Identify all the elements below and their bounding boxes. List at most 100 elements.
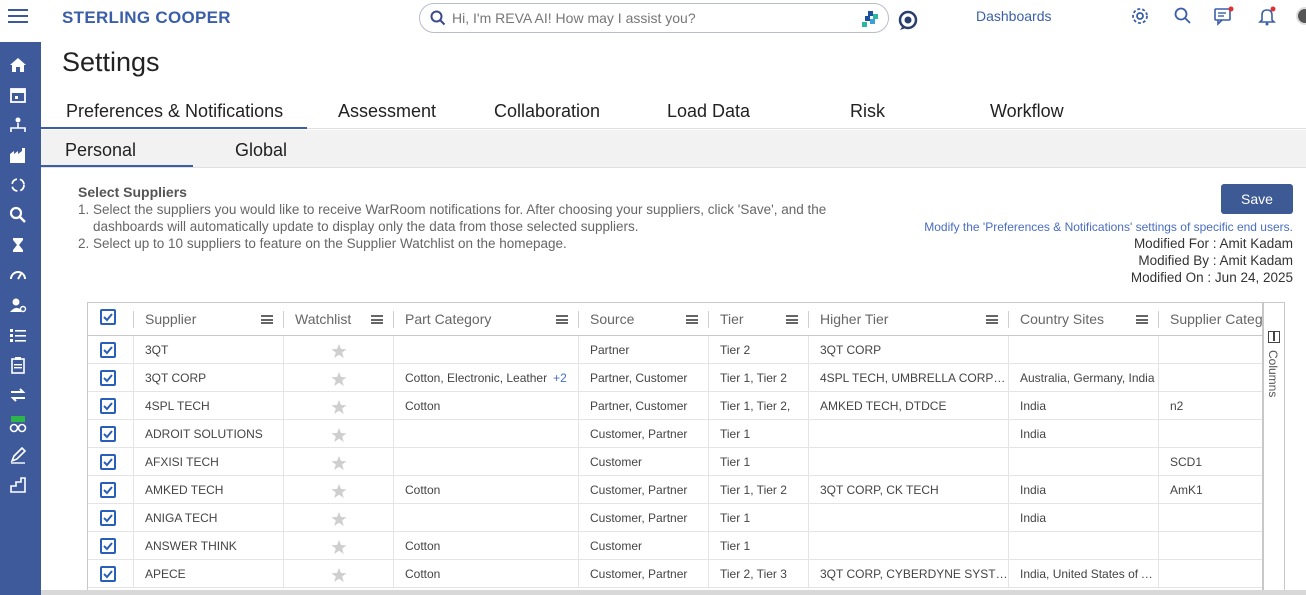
- modify-end-users-link[interactable]: Modify the 'Preferences & Notifications'…: [924, 220, 1293, 234]
- column-menu-icon[interactable]: [556, 315, 568, 324]
- search-icon[interactable]: [1173, 6, 1193, 26]
- home-icon[interactable]: [9, 56, 27, 74]
- country-sites-cell: India: [1020, 511, 1047, 525]
- calendar-icon[interactable]: [9, 86, 27, 104]
- table-row[interactable]: 4SPL TECH Cotton Partner, Customer Tier 1, …: [88, 392, 1262, 420]
- report-icon[interactable]: [9, 476, 27, 494]
- factory-icon[interactable]: [9, 146, 27, 164]
- search-bar[interactable]: [419, 3, 889, 33]
- messages-icon[interactable]: [1214, 6, 1234, 26]
- user-settings-icon[interactable]: [9, 296, 27, 314]
- tier-cell: Tier 1, Tier 2: [720, 371, 787, 385]
- row-checkbox[interactable]: [100, 342, 116, 358]
- hourglass-icon[interactable]: [9, 236, 27, 254]
- row-checkbox[interactable]: [100, 510, 116, 526]
- notifications-bell-icon[interactable]: [1257, 6, 1277, 26]
- select-all-checkbox[interactable]: [100, 309, 116, 325]
- table-row[interactable]: AMKED TECH Cotton Customer, Partner Tier 1,…: [88, 476, 1262, 504]
- user-avatar[interactable]: [1296, 7, 1306, 25]
- dashboards-link[interactable]: Dashboards: [976, 8, 1052, 24]
- supplier-cell: 3QT CORP: [145, 371, 207, 385]
- watchlist-star-icon[interactable]: [331, 511, 347, 527]
- more-categories-link[interactable]: +2: [553, 371, 567, 385]
- tab-assessment[interactable]: Assessment: [338, 101, 436, 122]
- table-row[interactable]: 3QT Partner Tier 2 3QT CORP: [88, 336, 1262, 364]
- gauge-icon[interactable]: [9, 266, 27, 284]
- watchlist-cell: [283, 392, 393, 420]
- supplier-cell: AFXISI TECH: [145, 455, 219, 469]
- tab-load-data[interactable]: Load Data: [667, 101, 750, 122]
- source-cell: Partner: [590, 343, 630, 357]
- table-row[interactable]: AFXISI TECH Customer Tier 1 SCD1: [88, 448, 1262, 476]
- row-checkbox[interactable]: [100, 566, 116, 582]
- watchlist-star-icon[interactable]: [331, 371, 347, 387]
- header-supplier[interactable]: Supplier: [133, 303, 283, 336]
- column-menu-icon[interactable]: [261, 315, 273, 324]
- watchlist-star-icon[interactable]: [331, 427, 347, 443]
- row-checkbox[interactable]: [100, 454, 116, 470]
- column-menu-icon[interactable]: [1136, 315, 1148, 324]
- tab-workflow[interactable]: Workflow: [990, 101, 1064, 122]
- watchlist-cell: [283, 476, 393, 504]
- select-cell: [88, 420, 133, 448]
- header-part-category[interactable]: Part Category: [393, 303, 578, 336]
- watchlist-star-icon[interactable]: [331, 455, 347, 471]
- watchlist-star-icon[interactable]: [331, 567, 347, 583]
- tab-collaboration[interactable]: Collaboration: [494, 101, 600, 122]
- header-country-sites[interactable]: Country Sites: [1008, 303, 1158, 336]
- header-supplier-category[interactable]: Supplier Category: [1158, 303, 1262, 336]
- header-tier[interactable]: Tier: [708, 303, 808, 336]
- watchlist-star-icon[interactable]: [331, 483, 347, 499]
- columns-side-panel[interactable]: Columns: [1263, 302, 1285, 595]
- gear-icon[interactable]: [1130, 6, 1150, 26]
- new-feature-icon[interactable]: [9, 416, 27, 434]
- tab-risk[interactable]: Risk: [850, 101, 885, 122]
- reva-ai-icon[interactable]: [862, 11, 878, 27]
- higher-tier-cell: 3QT CORP: [820, 343, 882, 357]
- hamburger-menu-icon[interactable]: [8, 9, 28, 27]
- header-higher-tier[interactable]: Higher Tier: [808, 303, 1008, 336]
- tab-preferences-notifications[interactable]: Preferences & Notifications: [66, 101, 283, 122]
- table-row[interactable]: 3QT CORP Cotton, Electronic, Leather +2 Par…: [88, 364, 1262, 392]
- chatbot-icon[interactable]: [898, 9, 918, 31]
- transfer-icon[interactable]: [9, 386, 27, 404]
- refresh-cycle-icon[interactable]: [9, 176, 27, 194]
- column-menu-icon[interactable]: [986, 315, 998, 324]
- column-menu-icon[interactable]: [786, 315, 798, 324]
- source-cell: Customer, Partner: [590, 567, 688, 581]
- table-row[interactable]: ANSWER THINK Cotton Customer Tier 1: [88, 532, 1262, 560]
- hierarchy-icon[interactable]: [9, 116, 27, 134]
- source-cell: Customer, Partner: [590, 511, 688, 525]
- clipboard-icon[interactable]: [9, 356, 27, 374]
- part-category-text: Cotton: [405, 399, 441, 413]
- table-row[interactable]: APECE Cotton Customer, Partner Tier 2, Tier…: [88, 560, 1262, 588]
- watchlist-star-icon[interactable]: [331, 343, 347, 359]
- header-tier-label: Tier: [720, 311, 744, 327]
- search-icon: [430, 10, 446, 26]
- row-checkbox[interactable]: [100, 426, 116, 442]
- table-row[interactable]: ANIGA TECH Customer, Partner Tier 1 India: [88, 504, 1262, 532]
- supplier-cell: ANIGA TECH: [145, 511, 218, 525]
- higher-tier-cell: [808, 504, 1008, 532]
- save-button[interactable]: Save: [1221, 184, 1293, 214]
- subtab-personal[interactable]: Personal: [65, 140, 136, 161]
- search-input[interactable]: [452, 8, 852, 28]
- watchlist-star-icon[interactable]: [331, 399, 347, 415]
- column-menu-icon[interactable]: [371, 315, 383, 324]
- checklist-icon[interactable]: [9, 326, 27, 344]
- table-row[interactable]: ADROIT SOLUTIONS Customer, Partner Tier 1 I…: [88, 420, 1262, 448]
- search-analytics-icon[interactable]: [9, 206, 27, 224]
- row-checkbox[interactable]: [100, 538, 116, 554]
- pencil-edit-icon[interactable]: [9, 446, 27, 464]
- header-source[interactable]: Source: [578, 303, 708, 336]
- row-checkbox[interactable]: [100, 482, 116, 498]
- secondary-tabs: Personal Global: [41, 130, 1306, 168]
- watchlist-star-icon[interactable]: [331, 539, 347, 555]
- row-checkbox[interactable]: [100, 370, 116, 386]
- column-menu-icon[interactable]: [686, 315, 698, 324]
- watchlist-cell: [283, 364, 393, 392]
- subtab-global[interactable]: Global: [235, 140, 287, 161]
- header-watchlist[interactable]: Watchlist: [283, 303, 393, 336]
- row-checkbox[interactable]: [100, 398, 116, 414]
- page-title: Settings: [62, 47, 160, 77]
